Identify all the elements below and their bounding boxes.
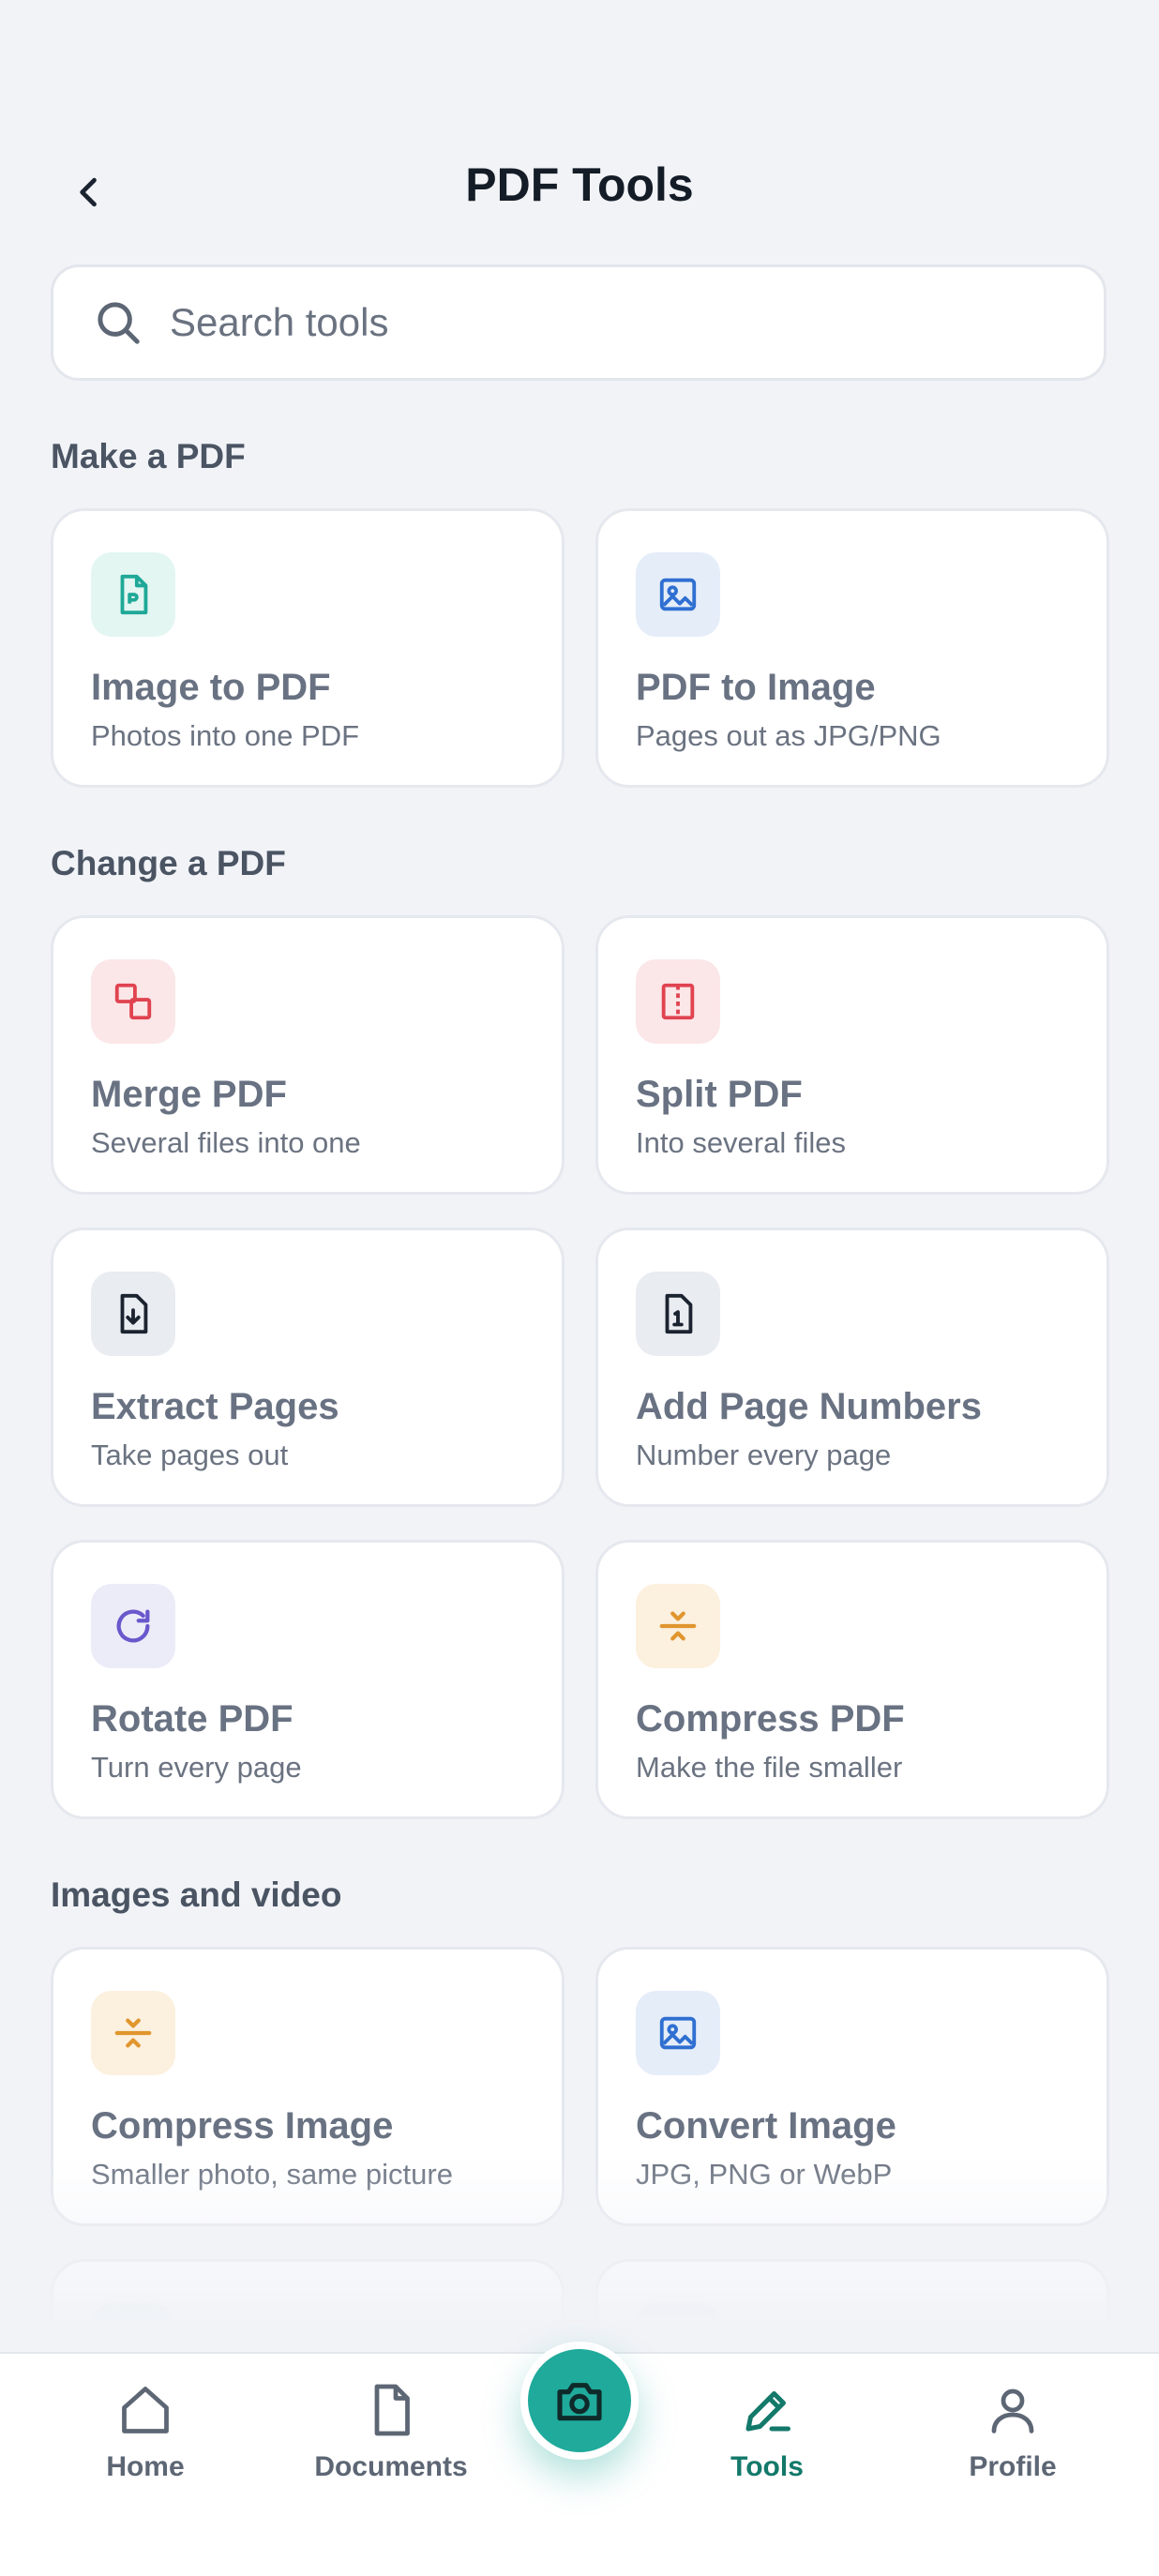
tool-subtitle: Turn every page [91, 1751, 302, 1784]
nav-label: Tools [730, 2451, 804, 2482]
nav-tools[interactable]: Tools [673, 2382, 861, 2483]
nav-label: Documents [314, 2451, 468, 2482]
tool-subtitle: Several files into one [91, 1126, 361, 1159]
merge-icon [91, 959, 175, 1044]
camera-icon [557, 2383, 602, 2421]
tool-title: Rotate PDF [91, 1698, 294, 1740]
tool-subtitle: Make the file smaller [636, 1751, 903, 1784]
tool-title: Split PDF [636, 1074, 803, 1115]
tool-subtitle: JPG, PNG or WebP [636, 2158, 893, 2191]
compress-icon [636, 1584, 720, 1668]
section-title-change-a-pdf: Change a PDF [51, 844, 286, 882]
tool-title: Add Page Numbers [636, 1386, 982, 1427]
image-icon [636, 1991, 720, 2075]
tool-card-add-page-numbers[interactable]: Add Page Numbers Number every page [595, 1228, 1109, 1507]
nav-documents[interactable]: Documents [297, 2382, 485, 2483]
search-input[interactable] [168, 299, 1016, 346]
tool-card-compress-pdf[interactable]: Compress PDF Make the file smaller [595, 1540, 1109, 1819]
tool-subtitle: Number every page [636, 1439, 892, 1471]
tool-subtitle: Photos into one PDF [91, 719, 360, 752]
nav-profile[interactable]: Profile [919, 2382, 1106, 2483]
nav-label: Home [106, 2451, 185, 2482]
tool-title: PDF to Image [636, 667, 876, 708]
search-icon [98, 302, 140, 344]
tool-card-image-to-pdf[interactable]: Image to PDF Photos into one PDF [51, 508, 564, 788]
image-icon [636, 552, 720, 637]
nav-label: Profile [969, 2451, 1057, 2482]
section-title-make-a-pdf: Make a PDF [51, 437, 246, 475]
tool-card-rotate-pdf[interactable]: Rotate PDF Turn every page [51, 1540, 564, 1819]
home-icon [122, 2387, 169, 2433]
tool-card-compress-image[interactable]: Compress Image Smaller photo, same pictu… [51, 1947, 564, 2226]
tool-title: Compress PDF [636, 1698, 905, 1740]
top-bar: PDF Tools [0, 131, 1159, 244]
compress-icon [91, 1991, 175, 2075]
pencil-icon [745, 2391, 790, 2432]
file-download-icon [91, 1272, 175, 1356]
camera-button[interactable] [520, 2342, 639, 2460]
tool-card-split-pdf[interactable]: Split PDF Into several files [595, 915, 1109, 1195]
tool-subtitle: Take pages out [91, 1439, 289, 1471]
tool-card-convert-image[interactable]: Convert Image JPG, PNG or WebP [595, 1947, 1109, 2226]
tool-title: Extract Pages [91, 1386, 339, 1427]
tool-subtitle: Pages out as JPG/PNG [636, 719, 941, 752]
section-title-images-and-video: Images and video [51, 1876, 342, 1914]
tool-title: Merge PDF [91, 1074, 287, 1115]
rotate-icon [91, 1584, 175, 1668]
tool-card-pdf-to-image[interactable]: PDF to Image Pages out as JPG/PNG [595, 508, 1109, 788]
tool-subtitle: Smaller photo, same picture [91, 2158, 453, 2191]
page-title: PDF Tools [465, 158, 694, 211]
tool-title: Image to PDF [91, 667, 331, 708]
search-bar[interactable] [51, 264, 1106, 381]
tool-title: Convert Image [636, 2105, 896, 2147]
user-icon [991, 2388, 1034, 2433]
tool-subtitle: Into several files [636, 1126, 846, 1159]
split-icon [636, 959, 720, 1044]
document-icon [374, 2384, 410, 2436]
file-number-icon [636, 1272, 720, 1356]
tool-title: Compress Image [91, 2105, 394, 2147]
tool-card-merge-pdf[interactable]: Merge PDF Several files into one [51, 915, 564, 1195]
nav-home[interactable]: Home [52, 2382, 239, 2483]
tool-card-extract-pages[interactable]: Extract Pages Take pages out [51, 1228, 564, 1507]
pdf-file-icon [91, 552, 175, 637]
